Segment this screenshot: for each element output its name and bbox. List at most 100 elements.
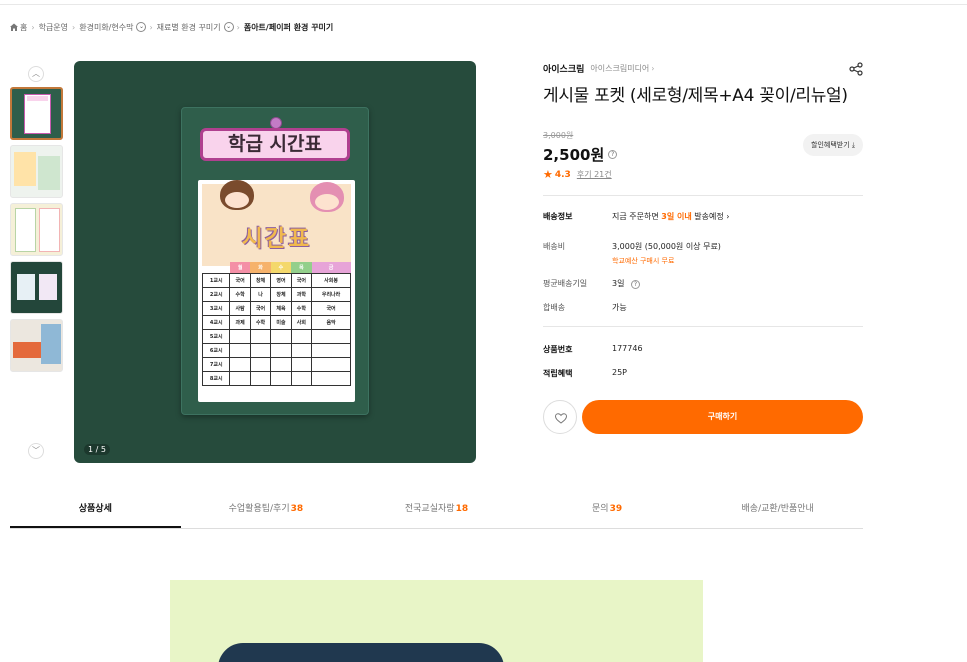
chevron-right-icon: › bbox=[149, 22, 153, 32]
tab-detail[interactable]: 상품상세 bbox=[10, 490, 181, 528]
sale-price: 2,500원 bbox=[543, 146, 605, 164]
period-label: 1교시 bbox=[201, 272, 231, 288]
spec-label: 합배송 bbox=[543, 303, 566, 312]
product-no-row: 상품번호 177746 bbox=[543, 344, 863, 355]
kid-illustration bbox=[220, 180, 254, 210]
board-pocket-illustration: 학급 시간표 시간표 월 화 수 목 금 1교시 국어 창체 영어 국어 사회봉… bbox=[181, 107, 369, 415]
divider bbox=[543, 326, 863, 327]
shipping-info-value[interactable]: 지금 주문하면 3일 이내 발송예정 › bbox=[612, 211, 729, 222]
board-title: 학급 시간표 bbox=[200, 128, 350, 161]
day-header: 월 bbox=[229, 262, 251, 273]
coupon-label: 할인혜택받기 bbox=[811, 141, 850, 149]
chevron-down-icon[interactable]: ⌄ bbox=[223, 22, 234, 32]
shipping-info-suffix: 발송예정 bbox=[694, 212, 724, 221]
breadcrumb-item-3[interactable]: 재료별 환경 꾸미기 bbox=[157, 22, 221, 33]
timetable-word: 시간표 bbox=[241, 226, 312, 252]
tab-label: 배송/교환/반품안내 bbox=[741, 504, 814, 514]
timetable-cell: 나 bbox=[249, 286, 272, 302]
timetable-table: 월 화 수 목 금 1교시 국어 창체 영어 국어 사회봉 2교시 수학 나 창체 과학 우리나라 … bbox=[201, 262, 351, 386]
home-icon[interactable] bbox=[9, 22, 19, 32]
product-no-value: 177746 bbox=[612, 344, 643, 353]
breadcrumb-home[interactable]: 홈 bbox=[20, 22, 27, 33]
thumbnail-2[interactable] bbox=[10, 145, 63, 198]
tab-count: 39 bbox=[609, 504, 623, 514]
review-link[interactable]: 후기 21건 bbox=[577, 169, 612, 180]
rating-value: 4.3 bbox=[554, 169, 571, 180]
tab-label: 수업활용팁/후기 bbox=[228, 504, 290, 514]
chevron-down-icon[interactable]: ⌄ bbox=[136, 22, 147, 32]
chevron-right-icon: › bbox=[72, 22, 76, 32]
thumbnail-3[interactable] bbox=[10, 203, 63, 256]
brand-row: 아이스크림 아이스크림미디어 › bbox=[543, 60, 863, 76]
spec-label: 상품번호 bbox=[543, 345, 573, 354]
avg-days-row: 평균배송기일 3일 ? bbox=[543, 278, 863, 289]
tab-label: 상품상세 bbox=[78, 504, 112, 514]
shipping-fee-note: 학교예산 구매시 무료 bbox=[612, 257, 675, 265]
breadcrumb-item-1[interactable]: 학급운영 bbox=[39, 22, 68, 33]
timetable-cell: 사회 bbox=[290, 314, 313, 330]
tab-reviews[interactable]: 수업활용팁/후기38 bbox=[181, 490, 352, 528]
shipping-fee-value: 3,000원 (50,000원 이상 무료) 학교예산 구매시 무료 bbox=[612, 241, 721, 266]
brand-sub-link[interactable]: 아이스크림미디어 bbox=[590, 63, 649, 74]
chevron-right-icon: › bbox=[651, 63, 655, 73]
product-main-image[interactable]: 학급 시간표 시간표 월 화 수 목 금 1교시 국어 창체 영어 국어 사회봉… bbox=[74, 61, 476, 463]
thumbnail-5[interactable] bbox=[10, 319, 63, 372]
timetable-cell: 과제 bbox=[229, 314, 251, 330]
breadcrumb-item-2[interactable]: 환경미화/현수막 bbox=[79, 22, 133, 33]
wishlist-button[interactable] bbox=[543, 400, 577, 434]
thumb-scroll-down-button[interactable]: ﹀ bbox=[28, 443, 44, 459]
detail-title-pill bbox=[218, 643, 504, 662]
timetable-cell: 사회봉 bbox=[311, 272, 351, 288]
timetable-cell: 수학 bbox=[249, 314, 272, 330]
thumbnail-1[interactable] bbox=[10, 87, 63, 140]
timetable-cell: 수학 bbox=[229, 286, 251, 302]
product-detail-banner bbox=[170, 580, 703, 662]
coupon-button[interactable]: 할인혜택받기 ⤓ bbox=[803, 134, 863, 156]
product-title: 게시물 포켓 (세로형/제목+A4 꽂이/리뉴얼) bbox=[543, 86, 848, 106]
tab-inquiry[interactable]: 문의39 bbox=[522, 490, 693, 528]
timetable-cell: 수학 bbox=[290, 300, 313, 316]
timetable-cell: 음악 bbox=[311, 314, 351, 330]
timetable-cell: 우리나라 bbox=[311, 286, 351, 302]
bundle-value: 가능 bbox=[612, 303, 627, 312]
day-header: 수 bbox=[270, 262, 292, 273]
period-label: 8교시 bbox=[201, 370, 231, 386]
help-icon[interactable]: ? bbox=[608, 150, 618, 159]
tab-count: 38 bbox=[290, 504, 304, 514]
timetable-cell: 사탐 bbox=[229, 300, 251, 316]
chevron-right-icon: › bbox=[31, 22, 35, 32]
timetable-cell: 미술 bbox=[270, 314, 292, 330]
original-price: 3,000원 bbox=[543, 131, 574, 140]
share-icon[interactable] bbox=[849, 62, 863, 76]
bundle-row: 합배송 가능 bbox=[543, 302, 863, 313]
shipping-info-row: 배송정보 지금 주문하면 3일 이내 발송예정 › bbox=[543, 211, 863, 222]
shipping-fee-text: 3,000원 (50,000원 이상 무료) bbox=[612, 242, 721, 251]
spec-label: 배송비 bbox=[543, 242, 566, 251]
timetable-cell: 영어 bbox=[270, 272, 292, 288]
buy-button[interactable]: 구매하기 bbox=[582, 400, 863, 434]
top-divider bbox=[0, 4, 967, 5]
chevron-right-icon: › bbox=[726, 212, 730, 221]
breadcrumb-current[interactable]: 폼아트/페이퍼 환경 꾸미기 bbox=[244, 22, 333, 33]
kid-illustration bbox=[310, 182, 344, 212]
timetable-cell: 국어 bbox=[229, 272, 251, 288]
spec-label: 평균배송기일 bbox=[543, 279, 588, 288]
tab-classroom[interactable]: 전국교실자랑18 bbox=[351, 490, 522, 528]
timetable-cell: 국어 bbox=[290, 272, 313, 288]
product-tabs: 상품상세 수업활용팁/후기38 전국교실자랑18 문의39 배송/교환/반품안내 bbox=[10, 490, 863, 529]
timetable-paper: 시간표 월 화 수 목 금 1교시 국어 창체 영어 국어 사회봉 2교시 수학 나 창체 과학 우… bbox=[198, 180, 355, 402]
heart-icon bbox=[554, 413, 568, 424]
points-row: 적립혜택 25P bbox=[543, 368, 863, 379]
tab-shipping-returns[interactable]: 배송/교환/반품안내 bbox=[692, 490, 863, 528]
download-icon: ⤓ bbox=[851, 141, 855, 149]
thumbnail-4[interactable] bbox=[10, 261, 63, 314]
avg-days-value: 3일 ? bbox=[612, 278, 640, 289]
period-label: 3교시 bbox=[201, 300, 231, 316]
thumb-scroll-up-button[interactable]: ︿ bbox=[28, 66, 44, 82]
shipping-fee-row: 배송비 3,000원 (50,000원 이상 무료) 학교예산 구매시 무료 bbox=[543, 241, 863, 266]
timetable-cell: 체육 bbox=[270, 300, 292, 316]
period-label: 7교시 bbox=[201, 356, 231, 372]
help-icon[interactable]: ? bbox=[631, 280, 640, 289]
brand-name[interactable]: 아이스크림 bbox=[543, 62, 584, 75]
chevron-right-icon: › bbox=[236, 22, 240, 32]
